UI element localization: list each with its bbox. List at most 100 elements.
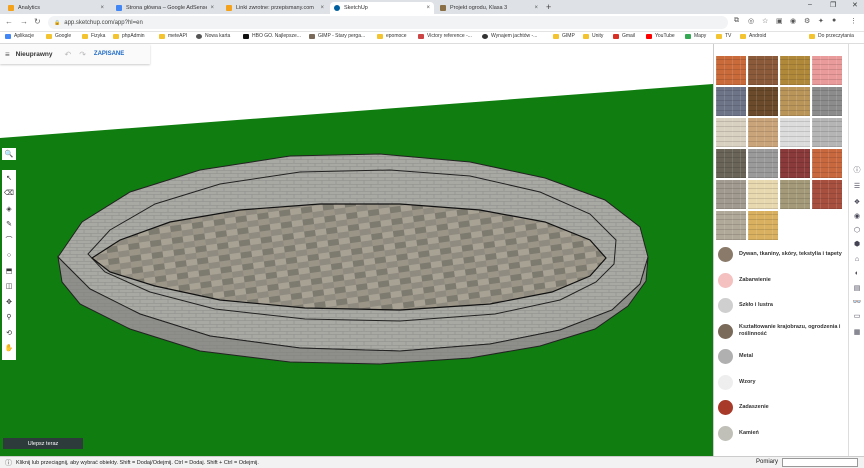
material-swatch[interactable] xyxy=(812,118,842,147)
material-swatch[interactable] xyxy=(812,149,842,178)
material-category[interactable]: Zabarwienie xyxy=(714,268,848,293)
material-swatch[interactable] xyxy=(716,56,746,85)
upgrade-button[interactable]: Ulepsz teraz xyxy=(3,438,83,449)
url-bar[interactable]: 🔒 app.sketchup.com/app?hl=en xyxy=(48,16,728,29)
outliner-icon[interactable]: ▤ xyxy=(851,282,863,293)
minimize-icon[interactable]: – xyxy=(808,1,812,8)
bookmark-item[interactable]: YouTube xyxy=(646,33,675,39)
search-tool-button[interactable]: 🔍 xyxy=(2,148,16,160)
material-swatch[interactable] xyxy=(780,149,810,178)
paint-tool[interactable]: ◈ xyxy=(2,201,16,217)
back-icon[interactable]: ← xyxy=(5,17,13,26)
profile-icon[interactable]: ● xyxy=(832,17,836,24)
eraser-tool[interactable]: ⌫ xyxy=(2,186,16,202)
material-swatch[interactable] xyxy=(748,56,778,85)
shadows-icon[interactable]: ◐ xyxy=(851,268,863,279)
close-tab-icon[interactable]: × xyxy=(100,5,104,11)
close-tab-icon[interactable]: × xyxy=(320,5,324,11)
model-viewport[interactable] xyxy=(0,44,713,456)
solid-inspector-icon[interactable]: ▦ xyxy=(851,326,863,337)
material-category[interactable]: Kształtowanie krajobrazu, ogrodzenia i r… xyxy=(714,319,848,344)
bookmark-apps[interactable]: Aplikacje xyxy=(5,33,34,39)
material-swatch[interactable] xyxy=(716,87,746,116)
move-tool[interactable]: ✥ xyxy=(2,294,16,310)
push-pull-tool[interactable]: ⬒ xyxy=(2,263,16,279)
material-swatch[interactable] xyxy=(716,211,746,240)
pan-tool[interactable]: ✋ xyxy=(2,341,16,357)
material-swatch[interactable] xyxy=(716,118,746,147)
orbit-tool[interactable]: ⟲ xyxy=(2,325,16,341)
offset-tool[interactable]: ◫ xyxy=(2,279,16,295)
close-window-icon[interactable]: ✕ xyxy=(852,1,858,9)
bookmark-item[interactable]: Wynajem jachtów -... xyxy=(482,33,537,39)
material-swatch[interactable] xyxy=(780,118,810,147)
bookmark-item[interactable]: TV xyxy=(716,33,731,39)
material-swatch[interactable] xyxy=(780,180,810,209)
extension-icon[interactable]: ⚙ xyxy=(804,17,810,25)
material-swatch[interactable] xyxy=(780,87,810,116)
tape-tool[interactable]: ⚲ xyxy=(2,310,16,326)
material-swatch[interactable] xyxy=(748,180,778,209)
browser-menu-icon[interactable]: ⋮ xyxy=(850,17,857,25)
select-tool[interactable]: ↖ xyxy=(2,170,16,186)
browser-tab[interactable]: Analytics × xyxy=(4,2,108,14)
browser-tab[interactable]: Strona główna – Google AdSense × xyxy=(112,2,218,14)
browser-tab[interactable]: Linki zwrotne: przepismany.com × xyxy=(222,2,328,14)
material-swatch[interactable] xyxy=(748,118,778,147)
material-swatch[interactable] xyxy=(748,149,778,178)
bookmark-item[interactable]: Victory reference -... xyxy=(418,33,472,39)
arc-tool[interactable]: ⌒ xyxy=(2,232,16,248)
maximize-icon[interactable]: ❐ xyxy=(830,1,836,9)
extension-icon[interactable]: ⧉ xyxy=(734,17,739,25)
pencil-tool[interactable]: ✎ xyxy=(2,217,16,233)
bookmark-item[interactable]: GIMP - Stary perga... xyxy=(309,33,365,39)
scenes-icon[interactable]: ⌂ xyxy=(851,254,863,265)
bookmark-item[interactable]: Nowa karta xyxy=(196,33,230,39)
material-swatch[interactable] xyxy=(748,87,778,116)
entity-info-icon[interactable]: ⓘ xyxy=(851,164,863,175)
close-tab-icon[interactable]: × xyxy=(534,5,538,11)
measurements-input[interactable] xyxy=(782,458,858,467)
tags-icon[interactable]: ⬢ xyxy=(851,238,863,249)
material-swatch[interactable] xyxy=(812,180,842,209)
extension-icon[interactable]: ☆ xyxy=(762,17,768,25)
materials-icon[interactable]: ◉ xyxy=(851,210,863,221)
shape-tool[interactable]: ○ xyxy=(2,248,16,264)
new-tab-button[interactable]: + xyxy=(546,2,551,12)
material-category[interactable]: Wzory xyxy=(714,370,848,395)
bookmark-item[interactable]: Fizyka xyxy=(82,33,105,39)
close-tab-icon[interactable]: × xyxy=(210,5,214,11)
material-category[interactable]: Kamień xyxy=(714,421,848,446)
undo-icon[interactable]: ↶ xyxy=(65,50,72,59)
bookmark-item[interactable]: meteAPI xyxy=(159,33,187,39)
bookmark-item[interactable]: phpAdmin xyxy=(113,33,145,39)
hamburger-menu-icon[interactable]: ≡ xyxy=(5,50,10,59)
display-icon[interactable]: ▭ xyxy=(851,310,863,321)
extension-icon[interactable]: ◉ xyxy=(790,17,796,25)
material-swatch[interactable] xyxy=(812,56,842,85)
material-category[interactable]: Dywan, tkaniny, skóry, tekstylia i tapet… xyxy=(714,242,848,267)
bookmark-item[interactable]: Gmail xyxy=(613,33,635,39)
model-name[interactable]: Nieuprawny xyxy=(16,51,53,58)
redo-icon[interactable]: ↷ xyxy=(79,50,86,59)
material-swatch[interactable] xyxy=(716,149,746,178)
extension-icon[interactable]: ▣ xyxy=(776,17,783,25)
view-icon[interactable]: 👓 xyxy=(851,296,863,307)
bookmark-item[interactable]: Android xyxy=(740,33,766,39)
instructor-icon[interactable]: ☰ xyxy=(851,180,863,191)
extensions-puzzle-icon[interactable]: ✦ xyxy=(818,17,824,25)
material-category[interactable]: Szkło i lustra xyxy=(714,293,848,318)
browser-tab-active[interactable]: SketchUp × xyxy=(330,2,434,14)
extension-icon[interactable]: ◎ xyxy=(748,17,754,25)
material-swatch[interactable] xyxy=(812,87,842,116)
bookmark-item[interactable]: GIMP xyxy=(553,33,575,39)
reload-icon[interactable]: ↻ xyxy=(34,17,41,26)
styles-icon[interactable]: ⬡ xyxy=(851,224,863,235)
forward-icon[interactable]: → xyxy=(20,17,28,26)
bookmark-item[interactable]: epomoce xyxy=(377,33,407,39)
bookmark-item[interactable]: HBO GO. Najlepsze... xyxy=(243,33,301,39)
material-swatch[interactable] xyxy=(748,211,778,240)
browser-tab[interactable]: Projekt ogrodu, Klasa 3 × xyxy=(436,2,542,14)
bookmark-other[interactable]: Do przeczytania xyxy=(809,33,854,39)
material-category[interactable]: Zadaszenie xyxy=(714,395,848,420)
